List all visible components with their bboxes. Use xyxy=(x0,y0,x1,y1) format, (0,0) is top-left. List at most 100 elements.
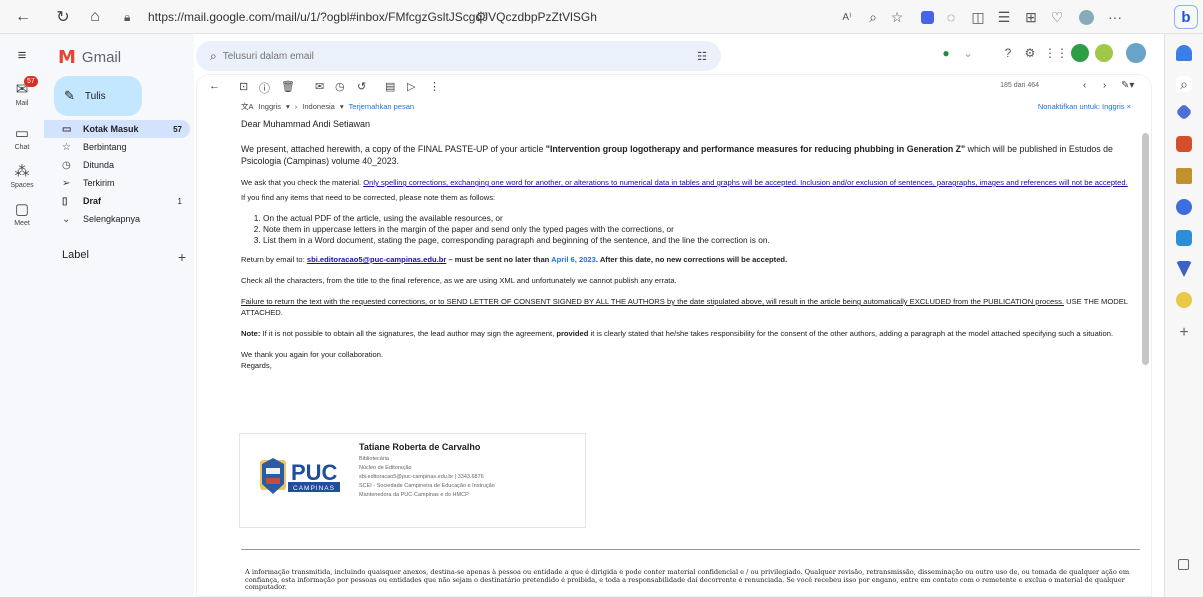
return-email-link[interactable]: sbi.editoracao5@puc-campinas.edu.br xyxy=(307,255,447,264)
return-mid-text: – must be sent no later than xyxy=(446,255,552,264)
back-icon[interactable]: ← xyxy=(12,6,34,28)
label-icon[interactable]: ▷ xyxy=(407,80,415,93)
search-icon[interactable]: ⌕ xyxy=(210,49,217,64)
browser-toolbar: p ← ↻ ⌂ 🔒︎ https://mail.google.com/mail/… xyxy=(0,0,1203,34)
signature-dept: Núcleo de Editoração xyxy=(359,465,412,471)
split-screen-icon[interactable]: ◫ xyxy=(967,6,989,28)
archive-icon[interactable]: ⊡ xyxy=(239,80,248,93)
report-spam-icon[interactable]: ⓘ xyxy=(259,80,270,96)
help-icon[interactable]: ? xyxy=(998,46,1018,60)
accepted-changes-link[interactable]: Only spelling corrections, exchanging on… xyxy=(363,178,1127,187)
mark-unread-icon[interactable]: ✉ xyxy=(315,80,324,93)
gmail-logo[interactable]: M Gmail xyxy=(58,47,121,68)
sidebar-item-label: Ditunda xyxy=(83,160,115,170)
logo-text: PUC xyxy=(291,460,338,485)
menu-icon[interactable]: ≡ xyxy=(0,47,44,64)
add-task-icon[interactable]: ↺ xyxy=(357,80,366,93)
compose-button[interactable]: ✎ Tulis xyxy=(54,76,142,116)
shopping-icon[interactable] xyxy=(1176,136,1192,152)
paragraph-characters: Check all the characters, from the title… xyxy=(241,276,677,285)
browser-essentials-icon[interactable]: ♡ xyxy=(1046,6,1068,28)
logo-subtext: CAMPINAS xyxy=(293,485,335,492)
pager-text: 185 dari 464 xyxy=(1000,82,1039,89)
delete-icon[interactable]: 🗑︎ xyxy=(281,80,295,93)
move-to-icon[interactable]: ▤ xyxy=(385,80,395,93)
add-label-button[interactable]: + xyxy=(178,249,186,265)
edge-search-icon[interactable]: ⌕ xyxy=(1176,76,1192,92)
signature-org2: Mantenedora da PUC-Campinas e do HMCP xyxy=(359,492,469,498)
apps-grid-icon[interactable]: ⋮⋮ xyxy=(1044,46,1068,60)
list-item: Note them in uppercase letters in the ma… xyxy=(263,224,1137,235)
turn-off-translate-link[interactable]: Nonaktifkan untuk: Inggris × xyxy=(1038,102,1131,111)
account-icon[interactable] xyxy=(1070,44,1090,65)
draft-count: 1 xyxy=(177,196,182,206)
paragraph-note: Note: If it is not possible to obtain al… xyxy=(241,328,1137,339)
snooze-icon[interactable]: ◷ xyxy=(335,80,345,93)
games-icon[interactable] xyxy=(1176,199,1192,215)
tools-icon[interactable] xyxy=(1176,168,1192,184)
email-pane: ← ⊡ ⓘ 🗑︎ ✉ ◷ ↺ ▤ ▷ ⋮ 185 dari 464 ‹ › ✎▾… xyxy=(196,74,1152,597)
paragraph-intro: We present, attached herewith, a copy of… xyxy=(241,143,1137,167)
bell-icon[interactable] xyxy=(1176,45,1192,61)
corrections-list: On the actual PDF of the article, using … xyxy=(263,213,1137,246)
org-logo-icon[interactable] xyxy=(1094,44,1114,65)
extension-icon[interactable] xyxy=(916,6,938,28)
read-aloud-icon[interactable]: A⁾ xyxy=(836,6,858,28)
status-dropdown-icon[interactable]: ⌄ xyxy=(958,46,978,60)
sidebar-item-starred[interactable]: ☆ Berbintang xyxy=(44,138,190,156)
note-text: If it is not possible to obtain all the … xyxy=(260,329,557,338)
favorites-list-icon[interactable]: ☰ xyxy=(993,6,1015,28)
hide-sidebar-icon[interactable] xyxy=(1178,559,1189,570)
input-tools-icon[interactable]: ✎▾ xyxy=(1121,80,1134,91)
scrollbar[interactable] xyxy=(1142,133,1149,365)
drop-icon[interactable] xyxy=(1176,261,1192,277)
turn-off-label: Nonaktifkan untuk: Inggris xyxy=(1037,102,1125,111)
source-language[interactable]: Inggris xyxy=(259,102,282,111)
sidebar-item-inbox[interactable]: ▭ Kotak Masuk 57 xyxy=(44,120,190,138)
paragraph-failure: Failure to return the text with the requ… xyxy=(241,296,1137,318)
filter-icon[interactable]: ☷ xyxy=(697,50,707,63)
profile-icon[interactable] xyxy=(1075,6,1097,28)
rail-meet[interactable]: ▢ Meet xyxy=(0,200,44,227)
sidebar-item-label: Selengkapnya xyxy=(83,214,141,224)
gmail-logo-text: Gmail xyxy=(81,49,122,66)
status-dot-icon[interactable]: ● xyxy=(936,46,956,60)
paragraph-items: If you find any items that need to be co… xyxy=(241,193,496,202)
back-arrow-icon[interactable]: ← xyxy=(209,80,220,92)
collections-icon[interactable]: ⊞ xyxy=(1020,6,1042,28)
avatar[interactable] xyxy=(1126,43,1146,66)
translate-message-link[interactable]: Terjemahkan pesan xyxy=(349,102,414,111)
compose-label: Tulis xyxy=(84,90,106,102)
target-language[interactable]: Indonesia xyxy=(302,102,335,111)
refresh-icon[interactable]: ↻ xyxy=(52,6,74,28)
bing-copilot-icon[interactable]: b xyxy=(1174,5,1198,29)
extension2-icon[interactable]: ◌ xyxy=(940,6,962,28)
favorite-icon[interactable]: ☆ xyxy=(886,6,908,28)
more-icon[interactable]: ··· xyxy=(1104,6,1126,28)
chevron-down-icon: ⌄ xyxy=(62,213,71,225)
next-icon[interactable]: › xyxy=(1103,80,1106,91)
sidebar-item-snoozed[interactable]: ◷ Ditunda xyxy=(44,156,190,174)
more-vert-icon[interactable]: ⋮ xyxy=(429,80,440,93)
disclaimer-text: A informação transmitida, incluindo quai… xyxy=(245,568,1130,591)
email-toolbar: ← ⊡ ⓘ 🗑︎ ✉ ◷ ↺ ▤ ▷ ⋮ 185 dari 464 ‹ › ✎▾ xyxy=(197,75,1151,99)
settings-icon[interactable]: ⚙ xyxy=(1020,46,1040,60)
sidebar-item-more[interactable]: ⌄ Selengkapnya xyxy=(44,210,190,228)
tune-icon[interactable]: ⚙ xyxy=(470,6,492,28)
rail-chat[interactable]: ▭ Chat xyxy=(0,124,44,151)
rail-mail[interactable]: ✉ 57 Mail xyxy=(0,76,44,107)
sidebar-item-label: Draf xyxy=(83,196,102,206)
zoom-icon[interactable]: ⌕ xyxy=(862,6,884,28)
home-icon[interactable]: ⌂ xyxy=(84,6,106,28)
rail-spaces[interactable]: ⁂ Spaces xyxy=(0,162,44,189)
search-bar: ⌕ ☷ xyxy=(196,41,721,71)
search-input[interactable] xyxy=(222,50,698,62)
prev-icon[interactable]: ‹ xyxy=(1083,80,1086,91)
copilot-icon[interactable] xyxy=(1175,103,1193,121)
add-sidebar-icon[interactable]: + xyxy=(1176,325,1192,341)
sidebar-item-sent[interactable]: ➢ Terkirim xyxy=(44,174,190,192)
extension-side-icon[interactable] xyxy=(1176,292,1192,308)
sidebar-item-drafts[interactable]: ▯ Draf 1 xyxy=(44,192,190,210)
edge-sidebar: ⌕ + xyxy=(1164,34,1203,597)
outlook-icon[interactable] xyxy=(1176,230,1192,246)
